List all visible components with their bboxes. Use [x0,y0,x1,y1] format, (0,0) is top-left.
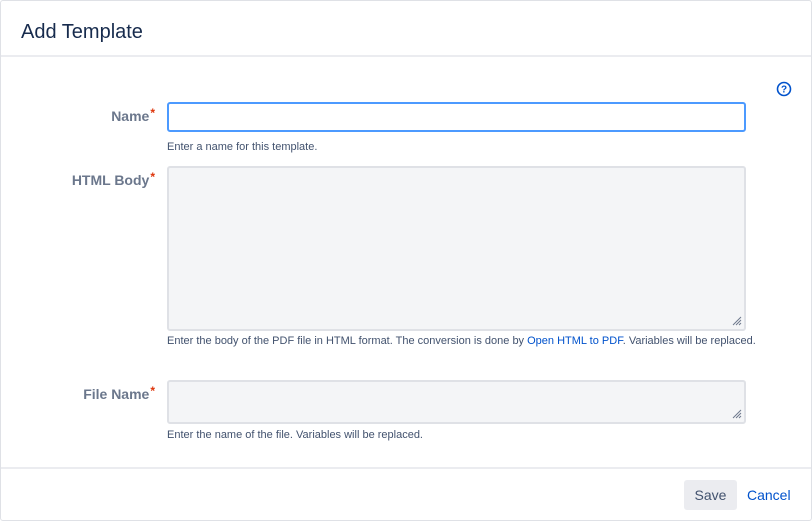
dialog-footer: Save Cancel [1,467,811,520]
html-body-required-mark: * [150,170,155,184]
html-body-description-text: Enter the body of the PDF file in HTML f… [167,335,528,347]
name-description: Enter a name for this template. [167,141,318,153]
cancel-button[interactable]: Cancel [747,487,791,503]
html-body-label: HTML Body* [71,170,155,188]
file-name-textarea[interactable] [167,380,746,424]
file-name-required-mark: * [150,384,155,398]
html-body-textarea[interactable] [167,166,746,331]
file-name-label: File Name* [83,384,155,402]
open-html-to-pdf-link[interactable]: Open HTML to PDF [527,335,623,347]
html-body-description: Enter the body of the PDF file in HTML f… [167,331,757,351]
name-label-text: Name [111,108,150,124]
html-body-label-text: HTML Body [71,172,150,188]
svg-text:?: ? [781,85,787,96]
save-button[interactable]: Save [684,480,737,510]
file-name-label-text: File Name [83,386,150,402]
html-body-description-suffix: . Variables will be replaced. [622,335,756,347]
add-template-dialog: Add Template ? Name* Enter a name for th… [0,0,812,521]
name-input[interactable] [167,102,746,132]
dialog-title: Add Template [21,21,143,43]
name-required-mark: * [150,106,155,120]
name-label: Name* [111,106,155,124]
help-circle-icon[interactable]: ? [776,81,792,97]
file-name-description: Enter the name of the file. Variables wi… [167,429,423,441]
dialog-header: Add Template [1,1,811,57]
